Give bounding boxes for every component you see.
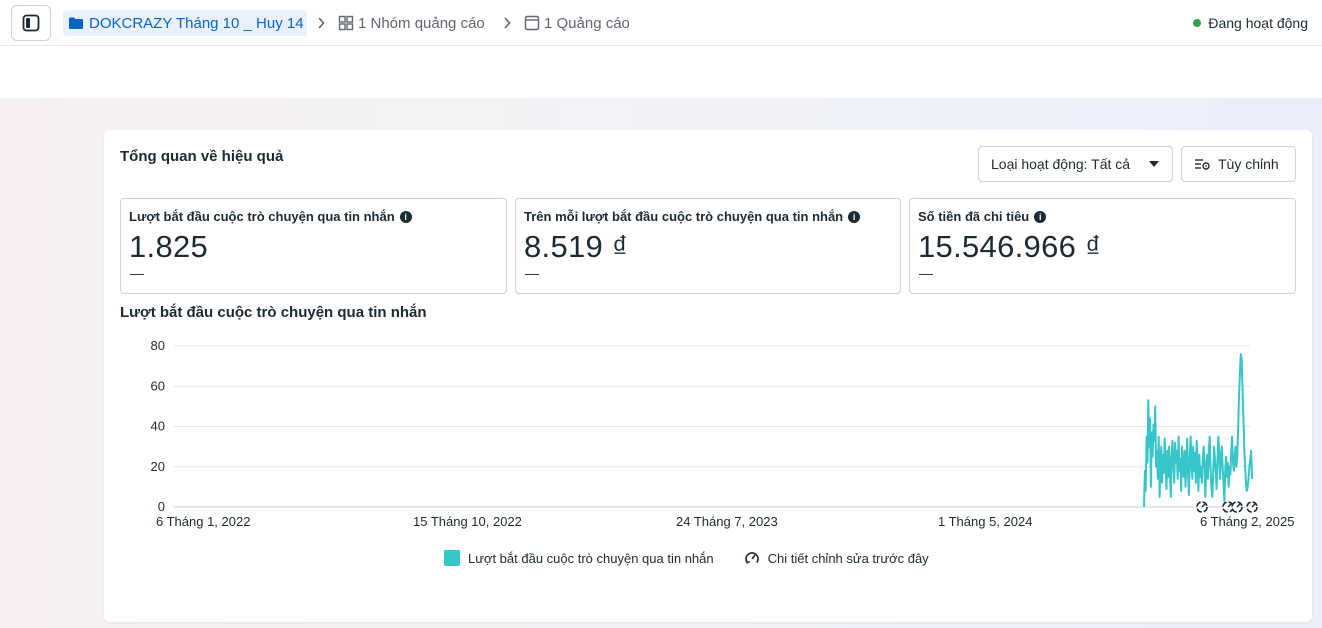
edit-history-marker[interactable] xyxy=(1246,501,1258,513)
legend-label: Chi tiết chỉnh sửa trước đây xyxy=(767,550,929,566)
metric-label: Trên mỗi lượt bắt đầu cuộc trò chuyện qu… xyxy=(524,209,861,224)
series-line[interactable] xyxy=(1143,353,1253,508)
activity-type-dropdown[interactable]: Loại hoạt động: Tất cả xyxy=(978,146,1173,182)
chart-legend: Lượt bắt đầu cuộc trò chuyện qua tin nhắ… xyxy=(444,549,929,567)
y-tick-label: 40 xyxy=(151,419,165,434)
chart-title: Lượt bắt đầu cuộc trò chuyện qua tin nhắ… xyxy=(120,304,427,321)
edit-history-icon xyxy=(744,552,759,564)
customize-label: Tùy chỉnh xyxy=(1218,156,1279,172)
status-dot-icon xyxy=(1193,19,1202,27)
breadcrumb-adset-label: 1 Nhóm quảng cáo xyxy=(358,14,485,32)
activity-type-label: Loại hoạt động: Tất cả xyxy=(991,156,1131,172)
info-icon[interactable]: i xyxy=(1034,210,1047,223)
sidebar-toggle-icon xyxy=(22,14,40,32)
folder-icon xyxy=(69,17,83,29)
edit-history-marker[interactable] xyxy=(1196,501,1208,513)
legend-item-edit-history[interactable]: Chi tiết chỉnh sửa trước đây xyxy=(744,550,929,566)
legend-label: Lượt bắt đầu cuộc trò chuyện qua tin nhắ… xyxy=(468,550,714,566)
card-title: Tổng quan về hiệu quả xyxy=(120,148,284,165)
y-tick-label: 20 xyxy=(151,459,165,474)
metric-label: Lượt bắt đầu cuộc trò chuyện qua tin nhắ… xyxy=(129,209,412,224)
breadcrumb-ad-label: 1 Quảng cáo xyxy=(544,14,630,32)
metric-card-cost-per-conversation[interactable]: Trên mỗi lượt bắt đầu cuộc trò chuyện qu… xyxy=(515,198,901,294)
y-tick-label: 60 xyxy=(151,378,165,393)
breadcrumb-ad[interactable]: 1 Quảng cáo xyxy=(524,10,630,36)
metric-label-text: Trên mỗi lượt bắt đầu cuộc trò chuyện qu… xyxy=(524,209,844,224)
metric-card-conversations[interactable]: Lượt bắt đầu cuộc trò chuyện qua tin nhắ… xyxy=(120,198,507,294)
info-icon[interactable]: i xyxy=(399,210,412,223)
info-icon[interactable]: i xyxy=(848,210,861,223)
metric-label-text: Số tiền đã chi tiêu xyxy=(918,209,1030,224)
y-tick-label: 0 xyxy=(158,499,165,514)
chevron-right-icon xyxy=(501,13,513,33)
y-tick-label: 80 xyxy=(151,338,165,353)
chevron-right-icon xyxy=(315,13,327,33)
metric-label: Số tiền đã chi tiêu i xyxy=(918,209,1047,224)
x-tick-label: 15 Tháng 10, 2022 xyxy=(413,514,522,529)
settings-sliders-icon xyxy=(1195,159,1210,170)
metric-value: 15.546.966 ₫ xyxy=(918,229,1102,264)
x-tick-label: 24 Tháng 7, 2023 xyxy=(676,514,778,529)
legend-item-conversations[interactable]: Lượt bắt đầu cuộc trò chuyện qua tin nhắ… xyxy=(444,550,714,566)
customize-button[interactable]: Tùy chỉnh xyxy=(1181,146,1296,182)
breadcrumb-campaign-label: DOKCRAZY Tháng 10 _ Huy 14 xyxy=(89,14,304,32)
metric-label-text: Lượt bắt đầu cuộc trò chuyện qua tin nhắ… xyxy=(129,209,395,224)
top-bar: DOKCRAZY Tháng 10 _ Huy 14 1 Nhóm quảng … xyxy=(0,0,1322,46)
caret-down-icon xyxy=(1149,161,1159,167)
metric-value: 1.825 xyxy=(129,229,209,264)
edit-history-marker[interactable] xyxy=(1222,501,1234,513)
metric-card-amount-spent[interactable]: Số tiền đã chi tiêu i 15.546.966 ₫ — xyxy=(909,198,1296,294)
ad-window-icon xyxy=(524,15,540,31)
edit-history-marker[interactable] xyxy=(1231,501,1243,513)
breadcrumb-adset[interactable]: 1 Nhóm quảng cáo xyxy=(338,10,485,36)
metric-delta: — xyxy=(525,265,539,281)
metric-delta: — xyxy=(130,265,144,281)
grid-icon xyxy=(338,15,354,31)
metric-delta: — xyxy=(919,265,933,281)
status-label: Đang hoạt động xyxy=(1208,15,1308,31)
x-tick-label: 6 Tháng 2, 2025 xyxy=(1200,514,1294,529)
x-tick-label: 1 Tháng 5, 2024 xyxy=(938,514,1032,529)
x-tick-label: 6 Tháng 1, 2022 xyxy=(156,514,250,529)
delivery-status: Đang hoạt động xyxy=(1193,10,1308,36)
performance-overview-card: Tổng quan về hiệu quả Loại hoạt động: Tấ… xyxy=(104,130,1312,622)
conversations-line-chart[interactable]: 0 20 40 60 80 6 Tháng 1, 2022 15 Tháng 10, 20… xyxy=(104,330,1312,540)
panel-toggle-button[interactable] xyxy=(11,5,51,41)
breadcrumb-campaign[interactable]: DOKCRAZY Tháng 10 _ Huy 14 xyxy=(63,10,307,36)
metric-value: 8.519 ₫ xyxy=(524,229,629,264)
legend-swatch xyxy=(444,550,460,566)
